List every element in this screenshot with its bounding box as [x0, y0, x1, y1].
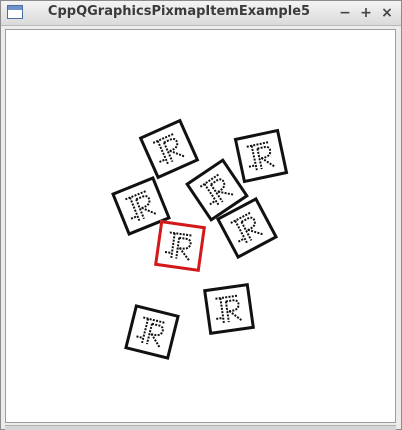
minimize-button[interactable]: − [335, 3, 355, 23]
graphics-view[interactable] [5, 29, 396, 423]
window-app-icon [7, 5, 23, 19]
status-strip [5, 425, 396, 430]
close-button[interactable]: × [377, 3, 397, 23]
pixmap-glyph [215, 294, 243, 323]
pixmap-glyph [246, 141, 276, 171]
pixmap-glyph [136, 316, 165, 348]
pixmap-item-selected[interactable] [154, 220, 206, 272]
maximize-button[interactable]: + [356, 3, 376, 23]
pixmap-glyph [164, 231, 192, 262]
window-title: CppQGraphicsPixmapItemExample5 [47, 4, 311, 19]
pixmap-item[interactable] [233, 128, 289, 184]
pixmap-item[interactable] [203, 283, 255, 335]
pixmap-item[interactable] [138, 118, 200, 180]
application-window: CppQGraphicsPixmapItemExample5 − + × [0, 0, 402, 430]
pixmap-item[interactable] [124, 304, 180, 360]
pixmap-glyph [152, 133, 185, 165]
title-bar[interactable]: CppQGraphicsPixmapItemExample5 − + × [1, 1, 401, 26]
